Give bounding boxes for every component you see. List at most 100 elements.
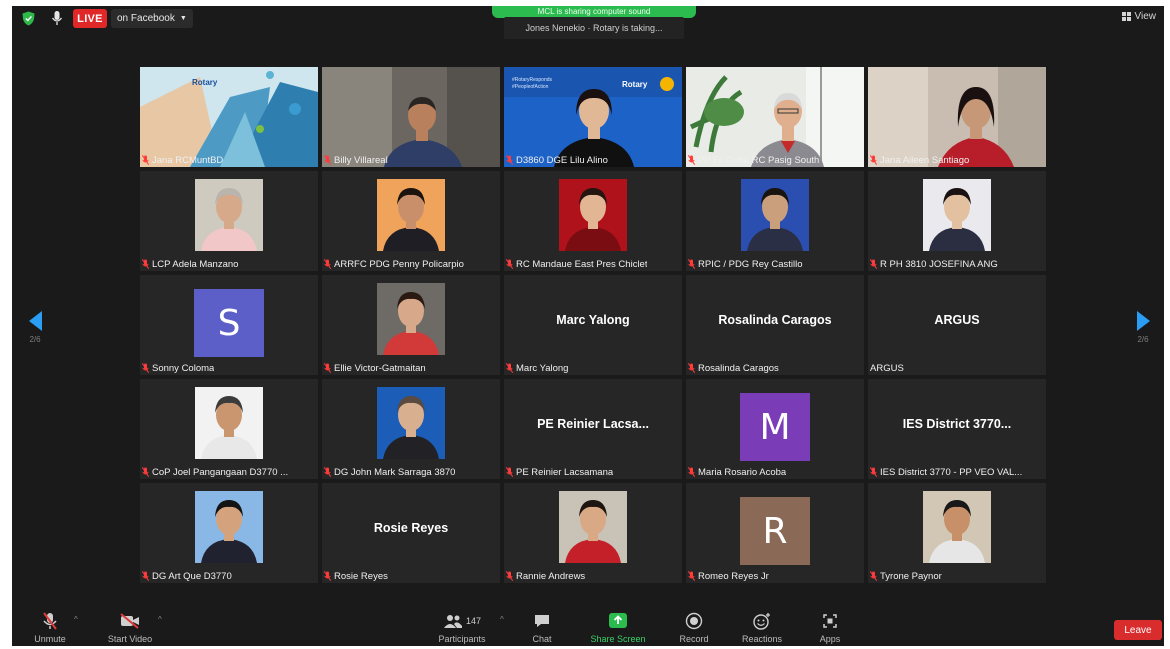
page-indicator: 2/6 bbox=[1137, 335, 1149, 344]
participant-tile[interactable]: Marc Yalong Marc Yalong bbox=[504, 275, 682, 375]
participant-photo bbox=[195, 179, 263, 251]
participant-name: R PH 3810 JOSEFINA ANG bbox=[880, 258, 998, 270]
participant-tile[interactable]: LCP Adela Manzano bbox=[140, 171, 318, 271]
participant-photo bbox=[377, 283, 445, 355]
avatar-initial: M bbox=[740, 393, 810, 461]
participant-name-caption: Jana RCMuntBD bbox=[142, 154, 316, 166]
participant-tile[interactable]: DG Art Que D3770 bbox=[140, 483, 318, 583]
muted-microphone-icon bbox=[688, 363, 695, 373]
participant-photo bbox=[923, 491, 991, 563]
muted-microphone-icon bbox=[324, 363, 331, 373]
start-video-button[interactable]: Start Video bbox=[100, 610, 160, 646]
reactions-label: Reactions bbox=[741, 634, 783, 644]
participant-tile[interactable]: ARRFC PDG Penny Policarpio bbox=[322, 171, 500, 271]
participant-tile[interactable]: DG John Mark Sarraga 3870 bbox=[322, 379, 500, 479]
chevron-up-icon[interactable]: ^ bbox=[500, 615, 504, 624]
video-off-icon bbox=[120, 613, 139, 629]
chevron-up-icon[interactable]: ^ bbox=[158, 615, 162, 624]
view-button[interactable]: View bbox=[1121, 11, 1157, 22]
avatar-initial: S bbox=[194, 289, 264, 357]
muted-microphone-icon bbox=[870, 467, 877, 477]
participant-name-caption: ARGUS bbox=[870, 362, 1044, 374]
chevron-up-icon[interactable]: ^ bbox=[74, 615, 78, 624]
previous-page-button[interactable]: 2/6 bbox=[26, 311, 44, 344]
participant-tile[interactable]: PP Fil Guba RC Pasig South bbox=[686, 67, 864, 167]
participant-name-caption: RC Mandaue East Pres Chiclet bbox=[506, 258, 680, 270]
participant-tile[interactable]: Jana Aileen Santiago bbox=[868, 67, 1046, 167]
participant-name-caption: PE Reinier Lacsamana bbox=[506, 466, 680, 478]
share-screen-button[interactable]: Share Screen bbox=[588, 610, 648, 646]
participant-name: D3860 DGE Lilu Alino bbox=[516, 154, 608, 166]
record-button[interactable]: Record bbox=[664, 610, 724, 646]
chat-button[interactable]: Chat bbox=[512, 610, 572, 646]
participant-name-caption: Romeo Reyes Jr bbox=[688, 570, 862, 582]
avatar-initial: R bbox=[740, 497, 810, 565]
muted-microphone-icon bbox=[142, 155, 149, 165]
participant-tile[interactable]: Tyrone Paynor bbox=[868, 483, 1046, 583]
muted-microphone-icon bbox=[324, 467, 331, 477]
participant-tile[interactable]: R Romeo Reyes Jr bbox=[686, 483, 864, 583]
microphone-icon[interactable] bbox=[50, 10, 64, 26]
apps-button[interactable]: Apps bbox=[800, 610, 860, 646]
participant-tile[interactable]: CoP Joel Pangangaan D3770 ... bbox=[140, 379, 318, 479]
participant-name: CoP Joel Pangangaan D3770 ... bbox=[152, 466, 289, 478]
muted-microphone-icon bbox=[506, 467, 513, 477]
share-screen-label: Share Screen bbox=[590, 634, 646, 644]
participant-tile[interactable]: RC Mandaue East Pres Chiclet bbox=[504, 171, 682, 271]
start-video-label: Start Video bbox=[107, 634, 153, 644]
muted-microphone-icon bbox=[506, 259, 513, 269]
participant-tile[interactable]: Rotary Jana RCMuntBD bbox=[140, 67, 318, 167]
participant-tile[interactable]: Ellie Victor-Gatmaitan bbox=[322, 275, 500, 375]
participant-tile[interactable]: PE Reinier Lacsa... PE Reinier Lacsamana bbox=[504, 379, 682, 479]
muted-microphone-icon bbox=[870, 259, 877, 269]
participants-icon bbox=[443, 615, 462, 628]
participant-photo bbox=[377, 179, 445, 251]
participant-tile[interactable]: #RotaryResponds #PeopleofAction Rotary D386… bbox=[504, 67, 682, 167]
page-indicator: 2/6 bbox=[29, 335, 41, 344]
next-page-button[interactable]: 2/6 bbox=[1134, 311, 1152, 344]
muted-microphone-icon bbox=[688, 155, 695, 165]
participant-name-caption: DG Art Que D3770 bbox=[142, 570, 316, 582]
participant-tile[interactable]: Billy Villareal bbox=[322, 67, 500, 167]
unmute-button[interactable]: Unmute bbox=[20, 610, 80, 646]
participant-name: IES District 3770 - PP VEO VAL... bbox=[880, 466, 1023, 478]
participant-photo bbox=[195, 491, 263, 563]
participant-tile[interactable]: Rannie Andrews bbox=[504, 483, 682, 583]
participant-name-caption: ARRFC PDG Penny Policarpio bbox=[324, 258, 498, 270]
participant-tile[interactable]: IES District 3770... IES District 3770 - … bbox=[868, 379, 1046, 479]
participant-tile[interactable]: ARGUS ARGUS bbox=[868, 275, 1046, 375]
participant-name: DG Art Que D3770 bbox=[152, 570, 232, 582]
leave-button[interactable]: Leave bbox=[1114, 620, 1162, 640]
participant-name: Rannie Andrews bbox=[516, 570, 586, 582]
reactions-button[interactable]: Reactions bbox=[732, 610, 792, 646]
participant-name-caption: Rosalinda Caragos bbox=[688, 362, 862, 374]
participant-video: Rotary bbox=[140, 67, 318, 167]
view-label: View bbox=[1134, 11, 1157, 22]
shield-icon[interactable] bbox=[22, 11, 35, 26]
participants-count: 147 bbox=[465, 616, 482, 626]
stream-target-label: on Facebook bbox=[117, 13, 175, 24]
participant-name-caption: Rannie Andrews bbox=[506, 570, 680, 582]
participant-name-caption: Jana Aileen Santiago bbox=[870, 154, 1044, 166]
participant-tile[interactable]: RPIC / PDG Rey Castillo bbox=[686, 171, 864, 271]
participant-tile[interactable]: M Maria Rosario Acoba bbox=[686, 379, 864, 479]
muted-microphone-icon bbox=[506, 571, 513, 581]
participant-tile[interactable]: Rosie Reyes Rosie Reyes bbox=[322, 483, 500, 583]
participant-tile[interactable]: R PH 3810 JOSEFINA ANG bbox=[868, 171, 1046, 271]
stream-target-dropdown[interactable]: on Facebook ▼ bbox=[111, 9, 193, 28]
muted-microphone-icon bbox=[324, 259, 331, 269]
participant-name-caption: Billy Villareal bbox=[324, 154, 498, 166]
participant-name-caption: Sonny Coloma bbox=[142, 362, 316, 374]
unmute-label: Unmute bbox=[34, 634, 66, 644]
apps-label: Apps bbox=[819, 634, 841, 644]
share-screen-icon bbox=[609, 613, 627, 628]
participant-tile[interactable]: Rosalinda Caragos Rosalinda Caragos bbox=[686, 275, 864, 375]
chat-label: Chat bbox=[532, 634, 552, 644]
muted-microphone-icon bbox=[324, 155, 331, 165]
muted-microphone-icon bbox=[688, 467, 695, 477]
participant-name: Rosalinda Caragos bbox=[698, 362, 779, 374]
active-speaker-label: Jones Nenekio · Rotary is taking... bbox=[504, 17, 684, 39]
participant-tile[interactable]: S Sonny Coloma bbox=[140, 275, 318, 375]
live-badge[interactable]: LIVE bbox=[73, 9, 107, 28]
participants-button[interactable]: 147 Participants bbox=[424, 610, 500, 646]
